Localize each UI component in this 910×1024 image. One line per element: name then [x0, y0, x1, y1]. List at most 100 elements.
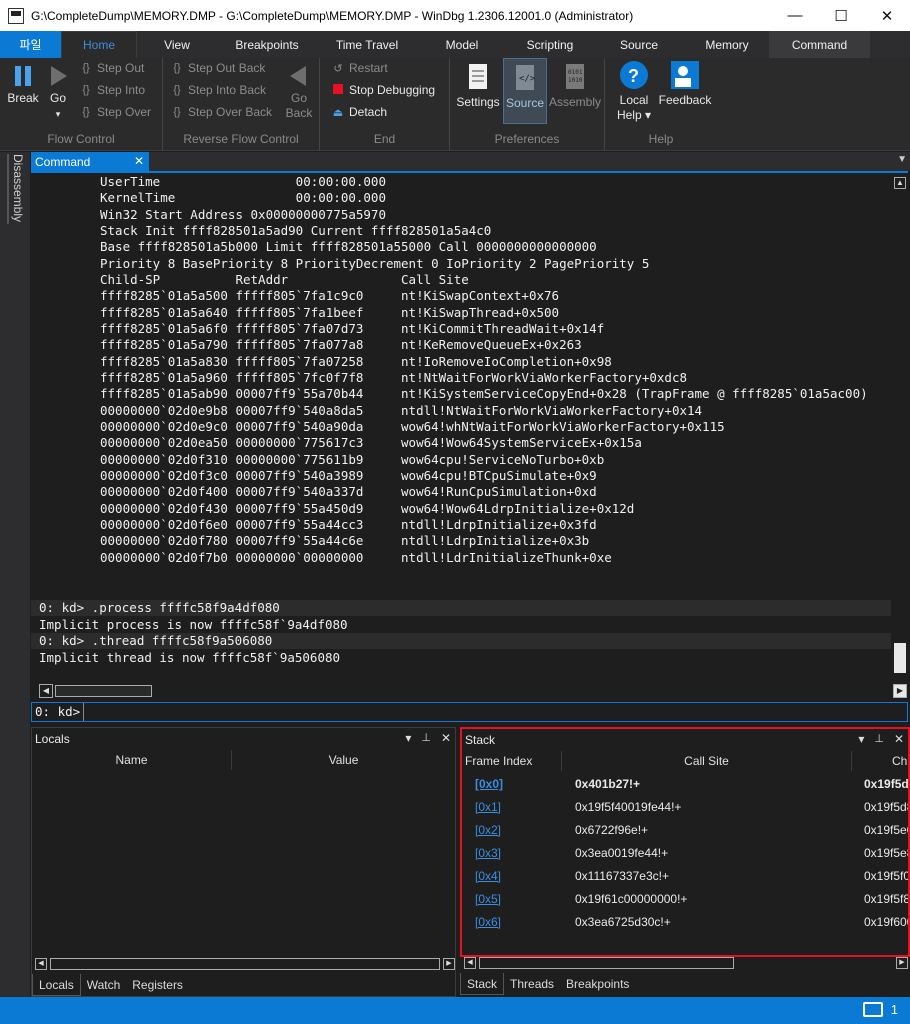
stop-debugging-button[interactable]: Stop Debugging [330, 83, 435, 97]
stack-highlight-frame: Stack ▾ ⊥ ✕ Frame Index Call Site Chi [0… [460, 727, 910, 957]
output-line: ffff8285`01a5a500 fffff805`7fa1c9c0 nt!K… [100, 288, 560, 304]
tab-file[interactable]: 파일 [0, 31, 61, 58]
scroll-up-icon[interactable]: ▲ [894, 177, 906, 189]
svg-text:0101: 0101 [568, 69, 583, 76]
tab-stack[interactable]: Stack [460, 973, 505, 995]
tab-scripting[interactable]: Scripting [507, 31, 593, 58]
go-dropdown-icon[interactable]: ▾ [56, 109, 61, 119]
tab-command[interactable]: Command [769, 31, 870, 58]
tab-locals[interactable]: Locals [32, 974, 81, 996]
tab-disassembly[interactable]: Disassembly [7, 154, 25, 224]
frame-index-link[interactable]: [0x2] [475, 823, 501, 837]
column-value[interactable]: Value [232, 750, 455, 770]
frame-index-link[interactable]: [0x5] [475, 892, 501, 906]
restart-button[interactable]: ↺ Restart [330, 61, 387, 75]
output-line: 00000000`02d0f780 00007ff9`55a44c6e ntdl… [100, 533, 590, 549]
detach-icon: ⏏ [332, 106, 344, 119]
tab-view[interactable]: View [137, 31, 217, 58]
column-child-sp[interactable]: Chi [852, 751, 908, 771]
locals-horizontal-scrollbar[interactable]: ◀ ▶ [35, 957, 455, 973]
scroll-left-icon[interactable]: ◀ [39, 684, 53, 698]
tab-home[interactable]: Home [61, 31, 137, 58]
svg-text:?: ? [628, 66, 639, 86]
frame-index-link[interactable]: [0x1] [475, 800, 501, 814]
locals-dropdown-icon[interactable]: ▾ [405, 731, 411, 745]
maximize-button[interactable]: ☐ [818, 0, 864, 31]
frame-index-link[interactable]: [0x6] [475, 915, 501, 929]
window-menu-icon[interactable]: ▼ [897, 154, 907, 165]
tab-model[interactable]: Model [417, 31, 507, 58]
stack-dropdown-icon[interactable]: ▾ [858, 732, 864, 746]
scroll-right-icon[interactable]: ▶ [896, 957, 908, 969]
locals-pane: Locals ▾ ⊥ ✕ Name Value ◀ ▶ Locals Watch… [31, 727, 456, 997]
notifications-button[interactable]: 1 [862, 1002, 898, 1017]
frame-call-site: 0x11167337e3c!+ [575, 869, 669, 883]
tab-source[interactable]: Source [593, 31, 685, 58]
stack-frame-row[interactable]: [0x6] 0x3ea6725d30c!+ 0x19f600 [462, 911, 908, 934]
frame-index-link[interactable]: [0x3] [475, 846, 501, 860]
minimize-button[interactable]: — [772, 0, 818, 31]
close-icon[interactable]: ✕ [894, 732, 904, 746]
close-icon[interactable]: ✕ [441, 731, 451, 745]
scroll-right-icon[interactable]: ▶ [893, 684, 907, 698]
stack-frame-row[interactable]: [0x3] 0x3ea0019fe44!+ 0x19f5e8 [462, 842, 908, 865]
stop-debugging-label: Stop Debugging [349, 83, 436, 97]
command-history-line: 0: kd> .thread ffffc58f9a506080 [31, 633, 891, 650]
detach-button[interactable]: ⏏ Detach [330, 105, 387, 119]
notification-count: 1 [890, 1002, 898, 1017]
assembly-label: Assembly [548, 95, 601, 109]
assembly-button[interactable]: 0101 1010 Assembly [548, 62, 602, 110]
go-back-label-2: Back [285, 106, 313, 120]
tab-watch[interactable]: Watch [81, 974, 127, 996]
settings-button[interactable]: Settings [454, 62, 502, 110]
tab-breakpoints-pane[interactable]: Breakpoints [560, 973, 635, 995]
frame-index-link[interactable]: [0x0] [475, 777, 503, 791]
frame-index-link[interactable]: [0x4] [475, 869, 501, 883]
step-out-button[interactable]: {} Step Out [78, 61, 144, 75]
column-name[interactable]: Name [32, 750, 232, 770]
step-into-back-button[interactable]: {} Step Into Back [169, 83, 266, 97]
column-call-site[interactable]: Call Site [562, 751, 852, 771]
tab-command-window[interactable]: Command ✕ [31, 152, 149, 171]
stack-frame-row[interactable]: [0x0] 0x401b27!+ 0x19f5d [462, 773, 908, 796]
close-command-tab-icon[interactable]: ✕ [134, 154, 144, 168]
step-over-button[interactable]: {} Step Over [78, 105, 151, 119]
stack-horizontal-scrollbar[interactable]: ◀ ▶ [464, 956, 908, 972]
scroll-right-icon[interactable]: ▶ [443, 958, 455, 970]
tab-breakpoints[interactable]: Breakpoints [217, 31, 317, 58]
step-over-back-button[interactable]: {} Step Over Back [169, 105, 272, 119]
pin-icon[interactable]: ⊥ [421, 731, 431, 745]
close-button[interactable]: ✕ [864, 0, 910, 31]
output-line: ffff8285`01a5ab90 00007ff9`55a70b44 nt!K… [100, 386, 868, 402]
column-frame-index[interactable]: Frame Index [462, 751, 562, 771]
step-into-button[interactable]: {} Step Into [78, 83, 145, 97]
output-line: 00000000`02d0e9b8 00007ff9`540a8da5 ntdl… [100, 402, 703, 418]
frame-child-sp: 0x19f5d [864, 777, 909, 791]
scroll-thumb[interactable] [50, 958, 440, 970]
go-button[interactable]: Go ▾ [44, 64, 72, 122]
scroll-left-icon[interactable]: ◀ [35, 958, 47, 970]
command-vertical-scrollbar[interactable]: ▲ [892, 173, 908, 683]
tab-threads[interactable]: Threads [504, 973, 560, 995]
source-button[interactable]: </> Source [503, 58, 547, 124]
stack-frame-row[interactable]: [0x5] 0x19f61c00000000!+ 0x19f5f8 [462, 888, 908, 911]
command-horizontal-scrollbar[interactable]: ◀ ▶ [39, 682, 907, 698]
local-help-button[interactable]: ? Local Help ▾ [613, 60, 655, 123]
scroll-thumb[interactable] [894, 643, 906, 673]
break-button[interactable]: Break [5, 64, 41, 106]
command-input[interactable] [84, 703, 907, 721]
tab-time-travel[interactable]: Time Travel [317, 31, 417, 58]
scroll-thumb[interactable] [55, 685, 152, 697]
stack-frame-row[interactable]: [0x4] 0x11167337e3c!+ 0x19f5f0 [462, 865, 908, 888]
step-out-back-button[interactable]: {} Step Out Back [169, 61, 265, 75]
tab-memory[interactable]: Memory [685, 31, 769, 58]
go-back-button[interactable]: Go Back [281, 64, 317, 121]
scroll-thumb[interactable] [479, 957, 734, 969]
command-output[interactable]: UserTime 00:00:00.000 KernelTime 00:00:00… [31, 173, 891, 683]
stack-frame-row[interactable]: [0x1] 0x19f5f40019fe44!+ 0x19f5d8 [462, 796, 908, 819]
scroll-left-icon[interactable]: ◀ [464, 957, 476, 969]
feedback-button[interactable]: Feedback [657, 60, 713, 108]
tab-registers[interactable]: Registers [126, 974, 189, 996]
stack-frame-row[interactable]: [0x2] 0x6722f96e!+ 0x19f5e0 [462, 819, 908, 842]
pin-icon[interactable]: ⊥ [874, 732, 884, 746]
